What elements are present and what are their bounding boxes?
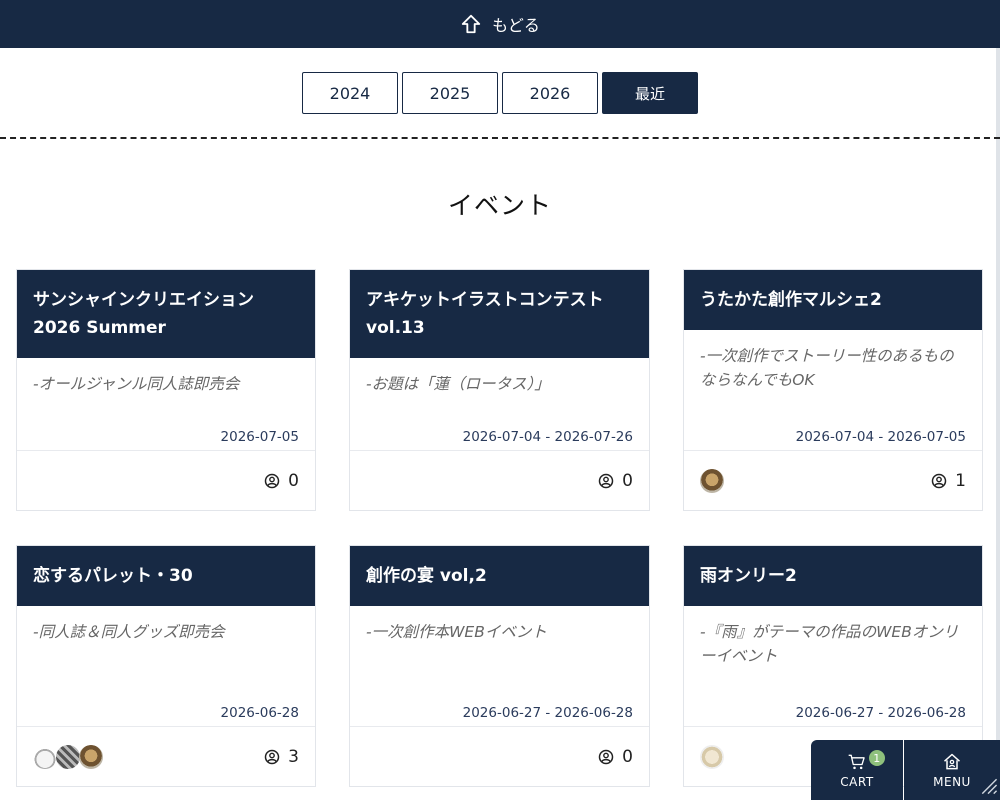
event-date: 2026-07-04 - 2026-07-26 bbox=[462, 429, 633, 445]
participant-count: 3 bbox=[264, 747, 299, 767]
menu-label: MENU bbox=[933, 774, 971, 789]
event-grid: サンシャインクリエイション 2026 Summer -オールジャンル同人誌即売会… bbox=[16, 269, 983, 787]
year-button-recent[interactable]: 最近 bbox=[602, 72, 698, 114]
back-label: もどる bbox=[492, 16, 540, 35]
event-title[interactable]: アキケットイラストコンテスト vol.13 bbox=[350, 270, 649, 358]
avatar[interactable] bbox=[33, 744, 57, 769]
year-button-2026[interactable]: 2026 bbox=[502, 72, 598, 114]
event-card[interactable]: うたかた創作マルシェ2 -一次創作でストーリー性のあるものならなんでもOK 20… bbox=[683, 269, 983, 511]
year-button-2025[interactable]: 2025 bbox=[402, 72, 498, 114]
menu-button[interactable]: MENU bbox=[904, 740, 1000, 800]
participant-avatars bbox=[700, 744, 724, 769]
participant-avatars bbox=[700, 468, 724, 493]
participant-avatars bbox=[33, 744, 103, 769]
event-title[interactable]: 雨オンリー2 bbox=[684, 546, 982, 606]
event-title[interactable]: 恋するパレット・30 bbox=[17, 546, 315, 606]
event-date: 2026-06-27 - 2026-06-28 bbox=[795, 705, 966, 721]
cart-icon bbox=[848, 754, 865, 769]
menu-home-icon bbox=[944, 753, 960, 769]
count-value: 0 bbox=[622, 746, 633, 767]
cart-badge: 1 bbox=[869, 750, 885, 766]
event-date: 2026-07-05 bbox=[220, 429, 299, 445]
event-title[interactable]: サンシャインクリエイション 2026 Summer bbox=[17, 270, 315, 358]
dashed-divider bbox=[0, 137, 1000, 139]
event-description: -オールジャンル同人誌即売会 bbox=[33, 375, 240, 393]
user-circle-icon bbox=[598, 473, 614, 488]
user-circle-icon bbox=[264, 749, 280, 764]
count-value: 0 bbox=[622, 470, 633, 491]
event-footer: 1 bbox=[684, 450, 982, 510]
user-circle-icon bbox=[931, 473, 947, 488]
user-circle-icon bbox=[598, 749, 614, 764]
participant-count: 0 bbox=[598, 471, 633, 491]
event-card[interactable]: サンシャインクリエイション 2026 Summer -オールジャンル同人誌即売会… bbox=[16, 269, 316, 511]
resize-handle-icon[interactable] bbox=[978, 775, 998, 795]
scrollbar[interactable] bbox=[996, 48, 1000, 800]
event-date: 2026-06-27 - 2026-06-28 bbox=[462, 705, 633, 721]
back-bar[interactable]: もどる bbox=[0, 0, 1000, 48]
user-circle-icon bbox=[264, 473, 280, 488]
event-title[interactable]: うたかた創作マルシェ2 bbox=[684, 270, 982, 330]
event-description: -『雨』がテーマの作品のWEBオンリーイベント bbox=[700, 623, 959, 665]
event-description: -同人誌＆同人グッズ即売会 bbox=[33, 623, 225, 641]
event-date: 2026-07-04 - 2026-07-05 bbox=[795, 429, 966, 445]
count-value: 0 bbox=[288, 470, 299, 491]
year-button-2024[interactable]: 2024 bbox=[302, 72, 398, 114]
year-filter: 2024 2025 2026 最近 bbox=[0, 72, 1000, 114]
event-card[interactable]: 恋するパレット・30 -同人誌＆同人グッズ即売会 2026-06-28 3 bbox=[16, 545, 316, 787]
count-value: 1 bbox=[955, 470, 966, 491]
arrow-up-icon bbox=[461, 14, 481, 34]
event-date: 2026-06-28 bbox=[220, 705, 299, 721]
event-description: -お題は「蓮（ロータス）」 bbox=[366, 375, 550, 393]
page-title: イベント bbox=[447, 191, 552, 220]
participant-count: 0 bbox=[598, 747, 633, 767]
event-card[interactable]: アキケットイラストコンテスト vol.13 -お題は「蓮（ロータス）」 2026… bbox=[349, 269, 650, 511]
participant-count: 1 bbox=[931, 471, 966, 491]
event-description: -一次創作本WEBイベント bbox=[366, 623, 547, 641]
event-footer: 0 bbox=[350, 450, 649, 510]
avatar[interactable] bbox=[700, 744, 724, 769]
event-footer: 0 bbox=[17, 450, 315, 510]
event-description: -一次創作でストーリー性のあるものならなんでもOK bbox=[700, 347, 954, 389]
event-footer: 0 bbox=[350, 726, 649, 786]
avatar[interactable] bbox=[56, 744, 80, 769]
avatar[interactable] bbox=[79, 744, 103, 769]
cart-label: CART bbox=[840, 774, 874, 789]
event-title[interactable]: 創作の宴 vol,2 bbox=[350, 546, 649, 606]
count-value: 3 bbox=[288, 746, 299, 767]
participant-count: 0 bbox=[264, 471, 299, 491]
event-card[interactable]: 創作の宴 vol,2 -一次創作本WEBイベント 2026-06-27 - 20… bbox=[349, 545, 650, 787]
cart-button[interactable]: CART 1 bbox=[811, 740, 903, 800]
avatar[interactable] bbox=[700, 468, 724, 493]
event-footer: 3 bbox=[17, 726, 315, 786]
